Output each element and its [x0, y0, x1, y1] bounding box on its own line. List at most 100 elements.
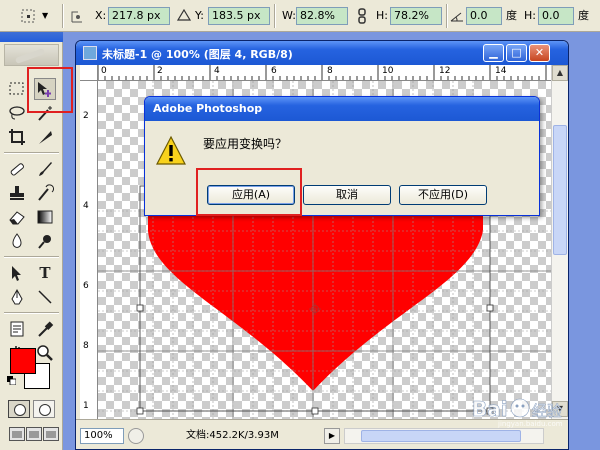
toolbox-separator	[4, 256, 59, 258]
notes-tool-icon[interactable]	[6, 318, 28, 340]
reference-dropdown-icon[interactable]: ▼	[42, 9, 48, 23]
options-separator	[62, 4, 64, 28]
history-brush-icon[interactable]	[34, 182, 56, 204]
brush-tool-icon[interactable]	[34, 158, 56, 180]
full-screen-menu-mode-button[interactable]	[26, 427, 42, 441]
maximize-button[interactable]: □	[506, 44, 527, 62]
dodge-tool-icon[interactable]	[34, 230, 56, 252]
ruler-label: 0	[101, 66, 107, 76]
toolbox: T	[0, 32, 63, 450]
chain-link-icon[interactable]	[356, 8, 368, 24]
options-separator	[446, 4, 448, 28]
reference-point-icon[interactable]	[20, 8, 38, 24]
x-position-field[interactable]: 217.8 px	[108, 7, 170, 25]
svg-text:jingyan.baidu.com: jingyan.baidu.com	[497, 420, 563, 428]
healing-brush-icon[interactable]	[6, 158, 28, 180]
vertical-scrollbar[interactable]: ▲ ▼	[551, 65, 568, 419]
ruler-label: 8	[83, 341, 89, 351]
ruler-label: 12	[439, 66, 451, 76]
type-tool-icon[interactable]: T	[34, 262, 56, 284]
hskew-label: H:	[524, 9, 536, 22]
scrollbar-thumb[interactable]	[553, 125, 567, 255]
move-tool-icon[interactable]	[34, 78, 56, 100]
relative-position-icon[interactable]	[70, 8, 86, 24]
rotate-unit-label: 度	[506, 9, 517, 22]
svg-text:经验: 经验	[532, 402, 562, 420]
marquee-tool-icon[interactable]	[6, 78, 28, 100]
warning-icon	[156, 135, 186, 165]
options-separator	[274, 4, 276, 28]
vertical-ruler[interactable]: 2 4 6 8 1	[80, 81, 98, 419]
rotate-angle-field[interactable]: 0.0	[466, 7, 502, 25]
pen-tool-icon[interactable]	[6, 286, 28, 308]
toolbox-title-bar[interactable]	[0, 32, 63, 42]
status-info-icon[interactable]	[128, 428, 144, 444]
zoom-level-field[interactable]: 100%	[80, 428, 124, 444]
document-title: 未标题-1 @ 100% (图层 4, RGB/8)	[102, 48, 293, 61]
zoom-tool-icon[interactable]	[34, 342, 56, 364]
h-label: H:	[376, 9, 388, 22]
y-label: Y:	[195, 9, 204, 22]
path-selection-icon[interactable]	[6, 262, 28, 284]
full-screen-mode-button[interactable]	[43, 427, 59, 441]
quick-mask-button[interactable]	[33, 400, 55, 418]
gradient-tool-icon[interactable]	[34, 206, 56, 228]
magic-wand-icon[interactable]	[34, 102, 56, 124]
document-size-info: 文档:452.2K/3.93M	[186, 430, 279, 441]
blur-tool-icon[interactable]	[6, 230, 28, 252]
hskew-unit-label: 度	[578, 9, 589, 22]
standard-mode-button[interactable]	[8, 400, 30, 418]
toolbox-separator	[4, 312, 59, 314]
ruler-label: 1	[83, 401, 89, 411]
ruler-label: 4	[83, 201, 89, 211]
status-menu-arrow-icon[interactable]: ▶	[324, 428, 340, 444]
ruler-label: 14	[495, 66, 507, 76]
ruler-ticks	[98, 65, 547, 80]
close-button[interactable]: ✕	[529, 44, 550, 62]
toolbox-separator	[4, 152, 59, 154]
horizontal-skew-field[interactable]: 0.0	[538, 7, 574, 25]
line-tool-icon[interactable]	[34, 286, 56, 308]
standard-screen-mode-button[interactable]	[9, 427, 25, 441]
crop-tool-icon[interactable]	[6, 126, 28, 148]
horizontal-scrollbar[interactable]	[344, 428, 544, 444]
ruler-label: 4	[214, 66, 220, 76]
apply-button[interactable]: 应用(A)	[207, 185, 295, 205]
cancel-button[interactable]: 取消	[303, 185, 391, 205]
apply-transform-dialog: Adobe Photoshop 要应用变换吗？ 应用(A) 取消 不应用(D)	[144, 96, 540, 216]
x-label: X:	[95, 9, 107, 22]
ruler-label: 6	[83, 281, 89, 291]
ruler-label: 10	[382, 66, 394, 76]
height-scale-field[interactable]: 78.2%	[390, 7, 442, 25]
ruler-label: 2	[157, 66, 163, 76]
ruler-origin[interactable]	[80, 65, 98, 81]
eyedropper-icon[interactable]	[34, 318, 56, 340]
minimize-button[interactable]: ▁	[483, 44, 504, 62]
dialog-title-bar[interactable]: Adobe Photoshop	[145, 97, 539, 121]
default-colors-icon[interactable]	[7, 376, 16, 385]
rotate-angle-icon	[450, 10, 464, 22]
slice-tool-icon[interactable]	[34, 126, 56, 148]
clone-stamp-icon[interactable]	[6, 182, 28, 204]
lasso-tool-icon[interactable]	[6, 102, 28, 124]
eraser-tool-icon[interactable]	[6, 206, 28, 228]
width-scale-field[interactable]: 82.8%	[296, 7, 348, 25]
photoshop-feather-logo[interactable]	[4, 44, 59, 66]
scrollbar-thumb[interactable]	[361, 430, 521, 442]
dialog-message: 要应用变换吗？	[203, 137, 288, 151]
w-label: W:	[282, 9, 296, 22]
scroll-up-arrow-icon[interactable]: ▲	[552, 65, 568, 81]
ruler-label: 8	[327, 66, 333, 76]
document-title-bar[interactable]: 未标题-1 @ 100% (图层 4, RGB/8) ▁ □ ✕	[76, 41, 568, 65]
dont-apply-button[interactable]: 不应用(D)	[399, 185, 487, 205]
foreground-color-swatch[interactable]	[10, 348, 36, 374]
ruler-label: 6	[271, 66, 277, 76]
ruler-label: 2	[83, 111, 89, 121]
document-icon	[83, 46, 97, 60]
triangle-icon[interactable]	[176, 8, 192, 21]
dialog-title: Adobe Photoshop	[153, 102, 263, 115]
baidu-jingyan-watermark: Bai 经验 jingyan.baidu.com	[472, 397, 563, 428]
y-position-field[interactable]: 183.5 px	[208, 7, 270, 25]
horizontal-ruler[interactable]: 0 2 4 6 8 10 12 14	[98, 65, 551, 81]
svg-text:Bai: Bai	[472, 397, 508, 421]
